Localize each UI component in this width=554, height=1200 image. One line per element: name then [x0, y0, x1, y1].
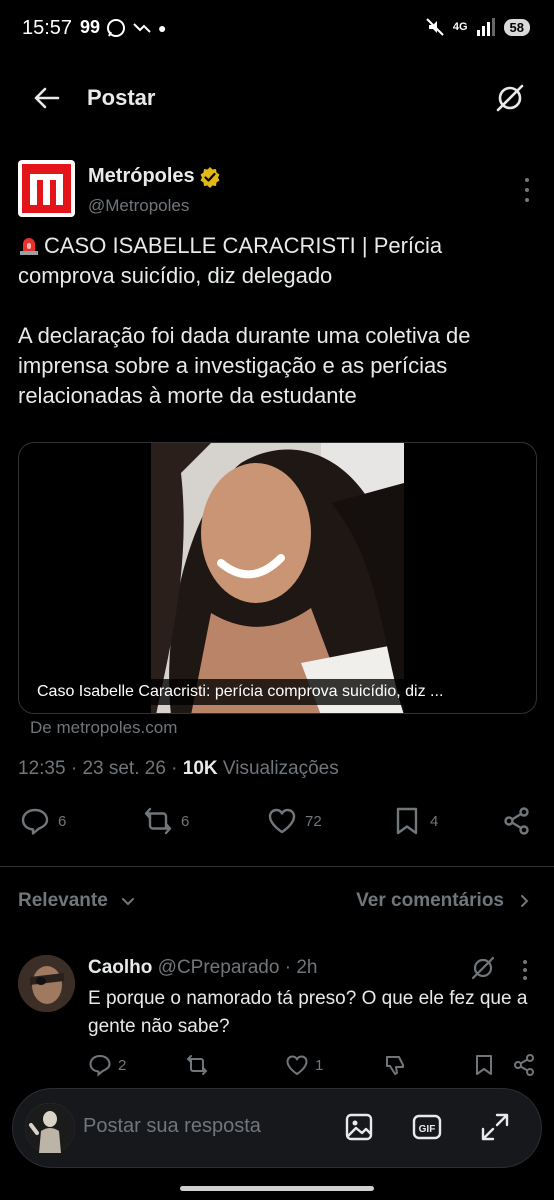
gif-icon[interactable]: GIF: [411, 1111, 443, 1143]
back-arrow-icon[interactable]: [32, 84, 60, 112]
reply-button[interactable]: 6: [20, 806, 66, 836]
card-source[interactable]: De metropoles.com: [30, 718, 177, 738]
author-name[interactable]: Metrópoles: [88, 165, 221, 188]
reply-reply-button[interactable]: 2: [88, 1053, 126, 1077]
view-comments-link[interactable]: Ver comentários: [356, 890, 532, 912]
expand-icon[interactable]: [479, 1111, 511, 1143]
verified-badge-icon: [200, 166, 220, 188]
grok-icon[interactable]: [494, 82, 526, 114]
views-label: Visualizações: [222, 758, 339, 779]
reply-like-count: 1: [315, 1056, 324, 1074]
whatsapp-icon: [107, 18, 126, 37]
notification-count: 99: [80, 17, 101, 37]
reply-icon: [21, 808, 49, 835]
reply-reply-count: 2: [118, 1056, 127, 1074]
thumbs-down-icon: [386, 1056, 404, 1075]
reply-like-button[interactable]: 1: [285, 1053, 323, 1077]
views-count: 10K: [182, 758, 218, 779]
divider: [0, 866, 554, 867]
like-button[interactable]: 72: [267, 806, 322, 836]
signal-icon: [476, 18, 495, 36]
reply-header: Caolho @CPreparado · 2h: [88, 957, 318, 978]
repost-icon: [144, 807, 172, 835]
reply-share-button[interactable]: [512, 1053, 536, 1077]
status-bar: 15:57 99 ● 4G 58: [0, 0, 554, 58]
missed-call-icon: [133, 22, 151, 33]
tweet-time: 12:35: [18, 758, 66, 779]
heart-icon: [268, 808, 296, 834]
chevron-down-icon: [121, 898, 134, 906]
bookmark-icon: [476, 1055, 492, 1075]
author-avatar[interactable]: [18, 160, 75, 217]
grok-icon[interactable]: [470, 955, 496, 981]
repost-count: 6: [181, 812, 190, 830]
share-button[interactable]: [502, 806, 532, 836]
tweet-meta: 12:35 · 23 set. 26 · 10K Visualizações: [18, 758, 339, 779]
page-title: Postar: [87, 85, 156, 110]
reply-author-name[interactable]: Caolho: [88, 957, 152, 978]
card-caption: Caso Isabelle Caracristi: perícia compro…: [29, 679, 452, 705]
sort-label: Relevante: [18, 890, 108, 911]
status-notification-icons: 99 ●: [80, 17, 167, 38]
author-name-text: Metrópoles: [88, 165, 195, 187]
author-handle[interactable]: @Metropoles: [88, 196, 189, 216]
status-time: 15:57: [22, 17, 73, 39]
network-label: 4G: [452, 21, 468, 33]
bookmark-icon: [396, 807, 418, 835]
reply-author-handle[interactable]: @CPreparado: [158, 957, 280, 978]
tweet-body: A declaração foi dada durante uma coleti…: [18, 323, 471, 408]
reply-input[interactable]: [83, 1115, 323, 1138]
home-indicator: [180, 1186, 374, 1191]
reply-count: 6: [58, 812, 67, 830]
mute-icon: [426, 18, 444, 36]
share-icon: [514, 1054, 534, 1076]
status-right: 4G 58: [425, 17, 530, 37]
bookmark-count: 4: [430, 812, 439, 830]
tweet-actions: 6 6 72 4: [0, 806, 554, 846]
reply-repost-button[interactable]: [185, 1053, 209, 1077]
like-count: 72: [305, 812, 322, 830]
tweet-date: 23 set. 26: [82, 758, 166, 779]
heart-icon: [286, 1055, 308, 1076]
metropoles-logo: [22, 164, 71, 213]
more-options-icon[interactable]: [522, 178, 532, 202]
tweet-text: CASO ISABELLE CARACRISTI | Perícia compr…: [18, 231, 538, 441]
replies-sort-row: Relevante Ver comentários: [0, 888, 554, 918]
chevron-right-icon: [521, 895, 529, 907]
siren-emoji-icon: [20, 238, 38, 255]
reply-text: E porque o namorado tá preso? O que ele …: [88, 988, 528, 1037]
reply-bookmark-button[interactable]: [472, 1053, 496, 1077]
reply-dislike-button[interactable]: [383, 1053, 407, 1077]
reply-actions: 2 1: [0, 1053, 554, 1083]
share-icon: [504, 807, 529, 835]
reply-age: 2h: [296, 957, 318, 978]
reply-more-options-icon[interactable]: [520, 960, 530, 980]
sort-relevance-dropdown[interactable]: Relevante: [18, 890, 136, 912]
reply-avatar[interactable]: [18, 955, 75, 1012]
tweet-headline-text: CASO ISABELLE CARACRISTI | Perícia compr…: [18, 233, 443, 288]
top-app-bar: Postar: [0, 70, 554, 126]
image-upload-icon[interactable]: [343, 1111, 375, 1143]
view-comments-label: Ver comentários: [356, 890, 504, 911]
repost-button[interactable]: 6: [143, 806, 189, 836]
user-avatar: [25, 1103, 75, 1153]
dot-icon: ●: [158, 19, 167, 36]
reply-icon: [89, 1054, 111, 1077]
article-photo: [151, 443, 404, 713]
svg-text:GIF: GIF: [419, 1124, 436, 1135]
reply-composer: GIF: [12, 1088, 542, 1168]
battery-indicator: 58: [503, 18, 530, 36]
bookmark-button[interactable]: 4: [392, 806, 438, 836]
tweet-headline: CASO ISABELLE CARACRISTI | Perícia compr…: [18, 231, 538, 291]
link-card[interactable]: Caso Isabelle Caracristi: perícia compro…: [18, 442, 537, 714]
repost-icon: [186, 1055, 208, 1075]
